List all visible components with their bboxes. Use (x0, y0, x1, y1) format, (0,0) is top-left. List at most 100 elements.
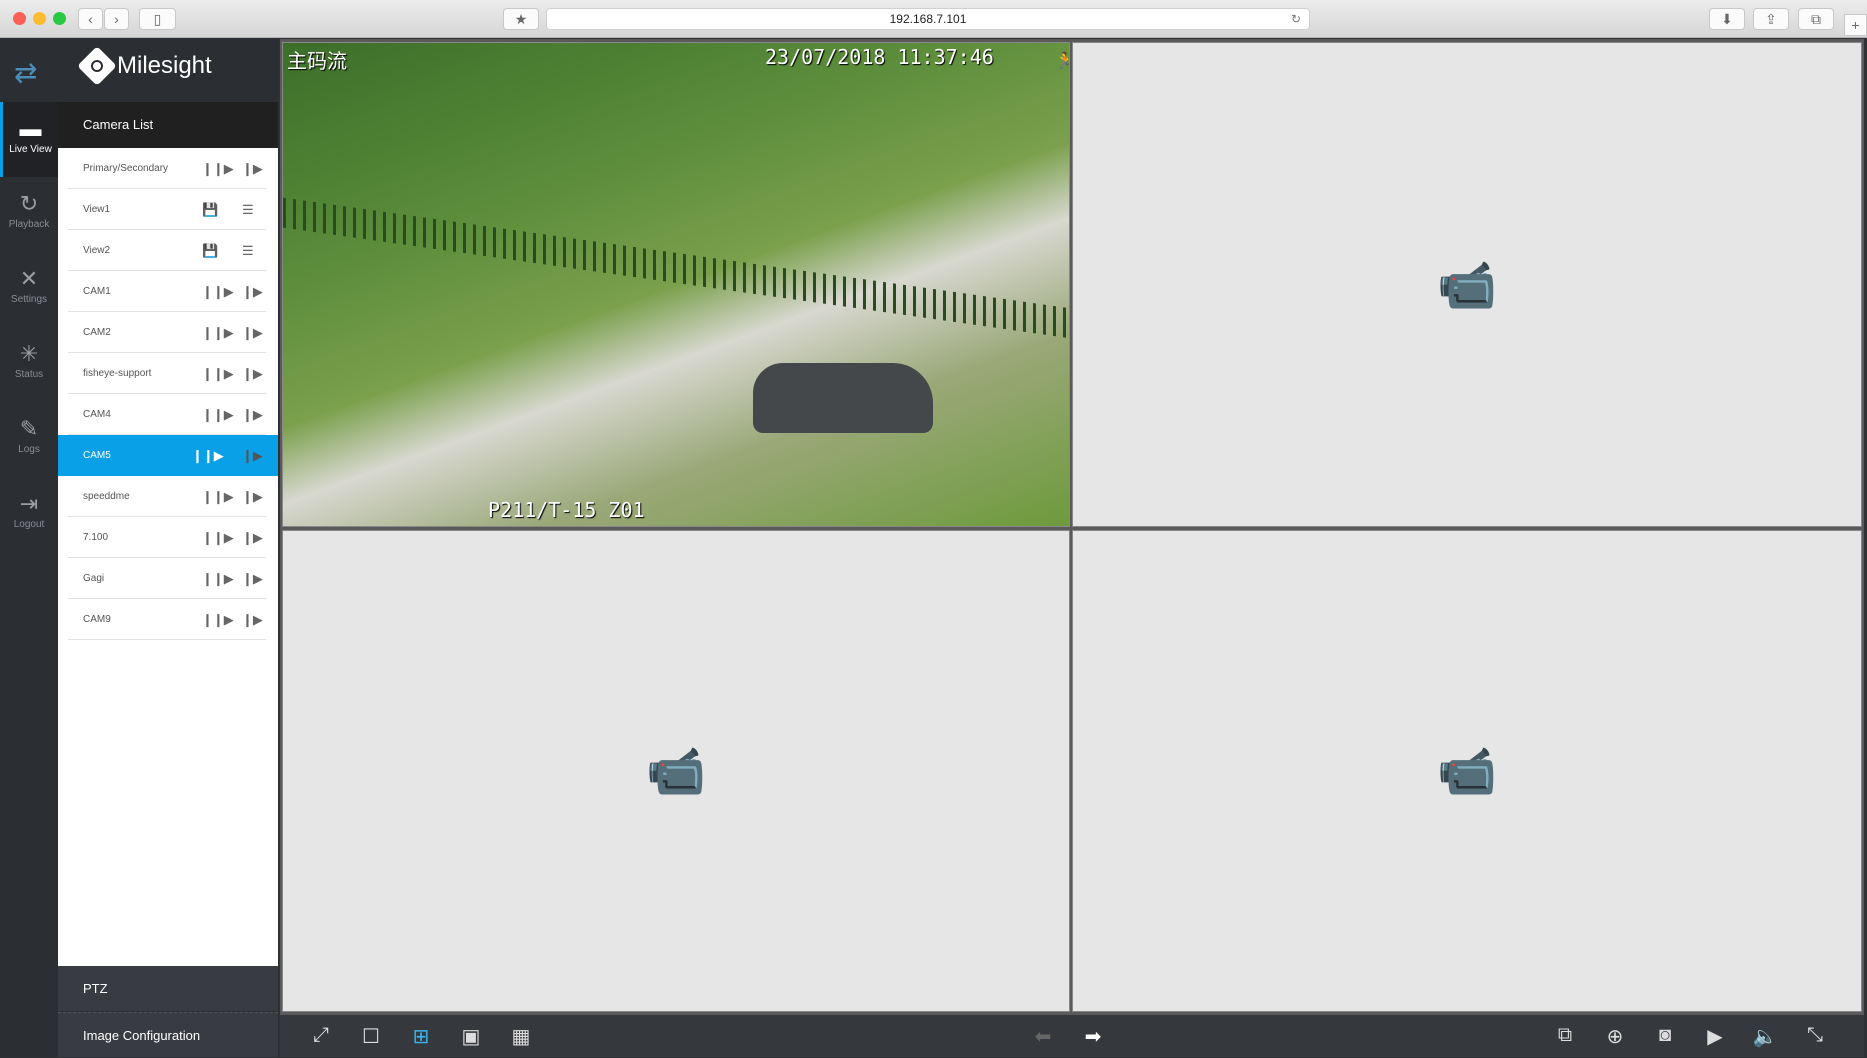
save-view-icon[interactable]: 💾 (202, 230, 218, 271)
play-stream-icon[interactable]: ❙▶ (242, 353, 263, 394)
load-view-icon[interactable]: ☰ (242, 230, 254, 271)
main-nav: ⇄ ▬ Live View ↻ Playback ✕ Settings ✳ Status… (0, 38, 58, 1057)
play-all-streams-icon[interactable]: ❙❙▶ (202, 148, 234, 189)
snapshot-icon[interactable]: ◙ (1652, 1024, 1678, 1047)
exit-fullscreen-icon[interactable]: ⤡ (1802, 1024, 1828, 1047)
nav-label: Live View (9, 144, 52, 155)
next-page-icon[interactable]: ➡ (1080, 1024, 1106, 1049)
camera-list-item[interactable]: CAM2 ❙❙▶ ❙▶ (68, 312, 266, 353)
save-view-icon[interactable]: 💾 (202, 189, 218, 230)
layout-4-icon[interactable]: ⊞ (408, 1024, 434, 1049)
layout-1-icon[interactable]: ☐ (358, 1024, 384, 1049)
play-stream-icon[interactable]: ❙▶ (242, 558, 263, 599)
sidebar-toggle-icon[interactable]: ▯ (139, 8, 176, 30)
status-icon: ✳ (19, 341, 39, 366)
new-tab-icon[interactable]: + (1844, 14, 1867, 36)
play-stream-icon[interactable]: ❙▶ (242, 517, 263, 558)
nav-settings[interactable]: ✕ Settings (0, 252, 58, 327)
maximize-window-button[interactable] (53, 12, 66, 25)
play-stream-icon[interactable]: ❙▶ (242, 476, 263, 517)
camera-name: 7.100 (83, 532, 109, 543)
camera-list-item[interactable]: fisheye-support ❙❙▶ ❙▶ (68, 353, 266, 394)
camera-list-item[interactable]: Primary/Secondary ❙❙▶ ❙▶ (68, 148, 266, 189)
play-stream-icon[interactable]: ❙▶ (242, 435, 263, 476)
camera-list-item[interactable]: View2 💾 ☰ (68, 230, 266, 271)
camera-name: View2 (83, 245, 111, 256)
nav-live-view[interactable]: ▬ Live View (0, 102, 58, 177)
video-channel-1[interactable]: 主码流 23/07/2018 11:37:46 🏃 P211/T-15 Z01 (282, 42, 1070, 527)
camera-list-item[interactable]: CAM4 ❙❙▶ ❙▶ (68, 394, 266, 435)
play-all-streams-icon[interactable]: ❙❙▶ (202, 599, 234, 640)
reload-icon[interactable]: ↻ (1291, 9, 1301, 29)
logout-icon: ⇥ (19, 491, 39, 516)
camera-list-item[interactable]: View1 💾 ☰ (68, 189, 266, 230)
video-channel-2[interactable]: 📹 (1072, 42, 1862, 527)
audio-icon[interactable]: 🔈 (1752, 1024, 1778, 1049)
camera-list-item[interactable]: CAM5 ❙❙▶ ❙▶ (58, 435, 278, 476)
ptz-section[interactable]: PTZ (58, 966, 278, 1011)
fullscreen-icon[interactable]: ⤢ (308, 1024, 334, 1047)
milesight-logo: Milesight (77, 46, 212, 86)
nav-playback[interactable]: ↻ Playback (0, 177, 58, 252)
camera-list-item[interactable]: speeddme ❙❙▶ ❙▶ (68, 476, 266, 517)
layout-9-icon[interactable]: ▦ (508, 1024, 534, 1049)
tabs-icon[interactable]: ⧉ (1798, 8, 1834, 30)
play-all-streams-icon[interactable]: ❙❙▶ (202, 312, 234, 353)
play-stream-icon[interactable]: ❙▶ (242, 148, 263, 189)
settings-icon: ✕ (19, 266, 39, 291)
camera-panel: Milesight Camera List Primary/Secondary ❙… (58, 38, 279, 1057)
layout-6-icon[interactable]: ▣ (458, 1024, 484, 1049)
camera-name: Primary/Secondary (83, 163, 169, 174)
play-all-streams-icon[interactable]: ❙❙▶ (202, 353, 234, 394)
address-bar[interactable]: 192.168.7.101 ↻ (546, 8, 1310, 30)
camera-list-item[interactable]: CAM1 ❙❙▶ ❙▶ (68, 271, 266, 312)
fence-graphic (283, 197, 1069, 339)
play-all-streams-icon[interactable]: ❙❙▶ (202, 517, 234, 558)
nav-label: Logout (13, 519, 45, 530)
nav-label: Logs (18, 444, 40, 455)
image-configuration-section[interactable]: Image Configuration (58, 1012, 278, 1057)
zoom-in-icon[interactable]: ⊕ (1602, 1024, 1628, 1049)
car-graphic (753, 363, 933, 433)
record-icon[interactable]: ▶ (1702, 1024, 1728, 1049)
nav-logout[interactable]: ⇥ Logout (0, 477, 58, 552)
minimize-window-button[interactable] (33, 12, 46, 25)
camera-list-item[interactable]: 7.100 ❙❙▶ ❙▶ (68, 517, 266, 558)
camera-name: speeddme (83, 491, 130, 502)
close-window-button[interactable] (13, 12, 26, 25)
play-all-streams-icon[interactable]: ❙❙▶ (202, 271, 234, 312)
share-icon[interactable]: ⇪ (1753, 8, 1789, 30)
video-channel-3[interactable]: 📹 (282, 530, 1070, 1012)
nav-status[interactable]: ✳ Status (0, 327, 58, 402)
video-channel-4[interactable]: 📹 (1072, 530, 1862, 1012)
camera-list: Primary/Secondary ❙❙▶ ❙▶ View1 💾 ☰ View2 💾 ☰ CAM1… (58, 148, 278, 966)
bookmark-icon[interactable]: ★ (503, 8, 539, 30)
nav-logs[interactable]: ✎ Logs (0, 402, 58, 477)
camera-placeholder-icon: 📹 (646, 745, 706, 799)
load-view-icon[interactable]: ☰ (242, 189, 254, 230)
toggle-menu-icon[interactable]: ⇄ (14, 56, 37, 89)
camera-list-item[interactable]: CAM9 ❙❙▶ ❙▶ (68, 599, 266, 640)
play-stream-icon[interactable]: ❙▶ (242, 312, 263, 353)
play-stream-icon[interactable]: ❙▶ (242, 394, 263, 435)
camera-list-header[interactable]: Camera List (58, 102, 278, 148)
play-all-streams-icon[interactable]: ❙❙▶ (202, 394, 234, 435)
forward-button[interactable]: › (104, 8, 129, 30)
nav-label: Playback (8, 219, 50, 230)
back-button[interactable]: ‹ (78, 8, 103, 30)
camera-name: CAM2 (83, 327, 111, 338)
previous-page-icon[interactable]: ⬅ (1030, 1024, 1056, 1049)
camera-list-item[interactable]: Gagi ❙❙▶ ❙▶ (68, 558, 266, 599)
camera-name: CAM4 (83, 409, 111, 420)
play-stream-icon[interactable]: ❙▶ (242, 271, 263, 312)
motion-alarm-icon: 🏃 (1055, 51, 1069, 71)
camera-name: CAM5 (83, 450, 111, 461)
camera-placeholder-icon: 📹 (1437, 259, 1497, 312)
download-icon[interactable]: ⬇ (1709, 8, 1745, 30)
play-stream-icon[interactable]: ❙▶ (242, 599, 263, 640)
play-all-streams-icon[interactable]: ❙❙▶ (202, 476, 234, 517)
stop-all-icon[interactable]: ⧉ (1552, 1024, 1578, 1047)
play-all-streams-icon[interactable]: ❙❙▶ (192, 435, 224, 476)
play-all-streams-icon[interactable]: ❙❙▶ (202, 558, 234, 599)
live-view-toolbar: ⤢ ☐ ⊞ ▣ ▦ ⬅ ➡ ⧉ ⊕ ◙ ▶ 🔈 ⤡ (280, 1015, 1864, 1057)
